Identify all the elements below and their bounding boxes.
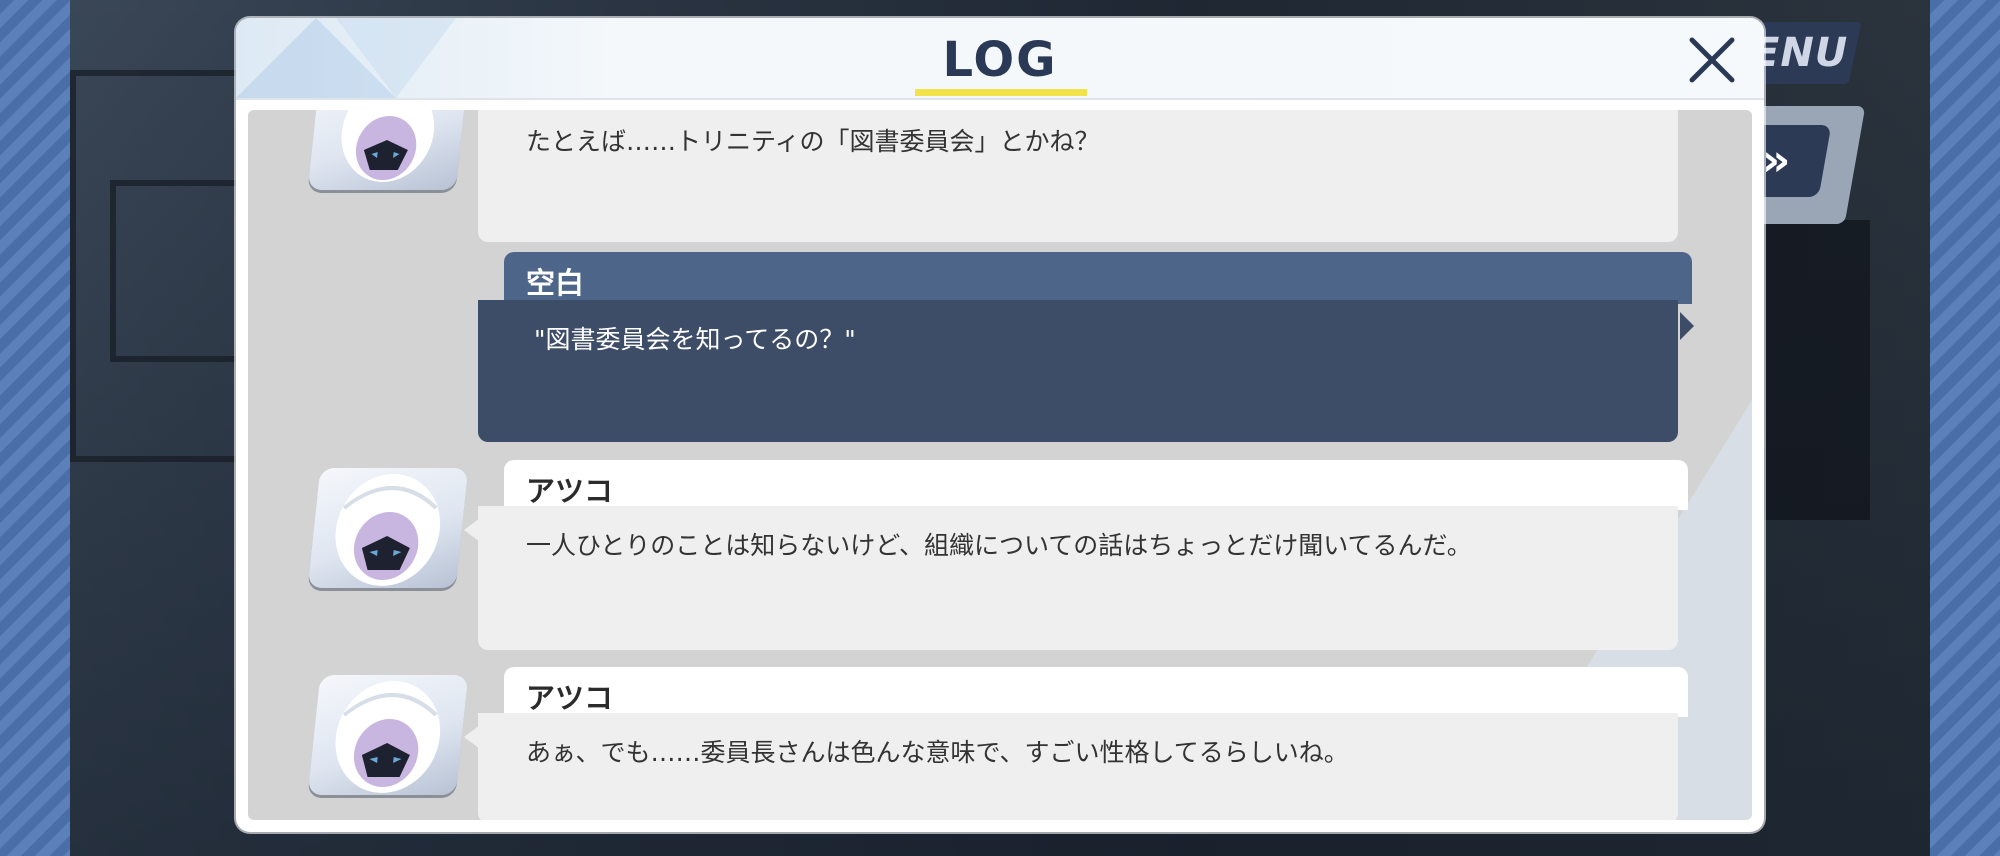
fast-forward-icon: » (1762, 135, 1791, 186)
left-border-stripe (0, 0, 70, 856)
avatar (307, 110, 469, 190)
dialogue-text-area: たとえば……トリニティの「図書委員会」とかね？ (478, 110, 1678, 242)
speaker-name-bar: アツコ (504, 667, 1688, 717)
close-button[interactable] (1684, 32, 1740, 88)
dialogue-text: あぁ、でも……委員長さんは色んな意味で、すごい性格してるらしいね。 (526, 738, 1349, 767)
speaker-name: 空白 (526, 266, 585, 300)
avatar-portrait (335, 474, 441, 586)
right-border-stripe (1930, 0, 2000, 856)
close-icon (1689, 37, 1735, 83)
dialogue-text: たとえば……トリニティの「図書委員会」とかね？ (526, 127, 1100, 156)
dialogue-text: 一人ひとりのことは知らないけど、組織についての話はちょっとだけ聞いてるんだ。 (526, 531, 1472, 560)
bubble-pointer (464, 518, 480, 542)
avatar (307, 468, 469, 588)
speaker-name: アツコ (526, 474, 614, 508)
dialogue-text-area: あぁ、でも……委員長さんは色んな意味で、すごい性格してるらしいね。 (478, 713, 1678, 820)
bubble-pointer (464, 725, 480, 749)
log-list[interactable]: たとえば……トリニティの「図書委員会」とかね？ 空白 "図書委員会を知ってるの？… (248, 110, 1752, 820)
scene-window (110, 180, 242, 362)
log-title: LOG (942, 32, 1058, 88)
dialogue-text-area: "図書委員会を知ってるの？" (478, 300, 1678, 442)
dialogue-text-area: 一人ひとりのことは知らないけど、組織についての話はちょっとだけ聞いてるんだ。 (478, 506, 1678, 650)
log-header: LOG (236, 18, 1764, 100)
avatar (307, 675, 469, 795)
speaker-name: アツコ (526, 681, 614, 715)
speaker-name-bar: 空白 (504, 252, 1692, 304)
log-panel: LOG たとえば……トリニティの「図書委員会」とかね？ 空白 "図書委員会を知っ… (236, 18, 1764, 832)
avatar-portrait (341, 110, 435, 182)
speaker-name-bar: アツコ (504, 460, 1688, 510)
dialogue-text: "図書委員会を知ってるの？" (534, 325, 856, 354)
menu-label: ENU (1752, 30, 1849, 76)
avatar-portrait (335, 681, 441, 793)
bubble-pointer (1680, 312, 1694, 340)
title-underline (915, 89, 1087, 96)
